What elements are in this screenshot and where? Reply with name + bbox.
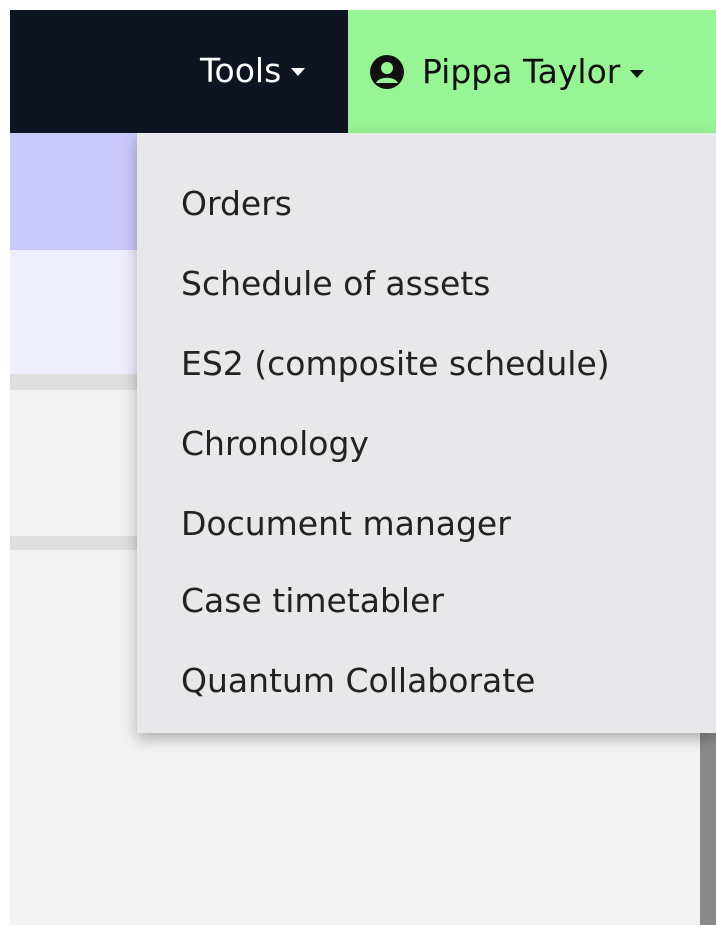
menu-item-label: ES2 (composite schedule) bbox=[181, 343, 610, 383]
caret-down-icon bbox=[291, 68, 306, 76]
user-circle-icon bbox=[370, 54, 404, 89]
page-header-band bbox=[10, 133, 140, 250]
user-menu-toggle[interactable]: Pippa Taylor bbox=[348, 10, 716, 133]
page-subheader-band bbox=[10, 250, 140, 374]
menu-item-case-timetabler[interactable]: Case timetabler bbox=[181, 570, 444, 630]
menu-item-es2[interactable]: ES2 (composite schedule) bbox=[181, 333, 610, 393]
tools-dropdown-menu: Orders Schedule of assets ES2 (composite… bbox=[137, 133, 716, 733]
menu-item-label: Document manager bbox=[181, 503, 511, 543]
menu-item-label: Chronology bbox=[181, 423, 369, 463]
menu-item-chronology[interactable]: Chronology bbox=[181, 413, 369, 473]
caret-down-icon bbox=[630, 69, 645, 78]
user-name: Pippa Taylor bbox=[422, 52, 621, 91]
menu-item-schedule-of-assets[interactable]: Schedule of assets bbox=[181, 253, 490, 313]
menu-item-quantum-collaborate[interactable]: Quantum Collaborate bbox=[181, 650, 535, 710]
menu-item-label: Schedule of assets bbox=[181, 263, 491, 303]
divider bbox=[10, 536, 140, 550]
menu-item-label: Quantum Collaborate bbox=[181, 660, 536, 700]
menu-item-document-manager[interactable]: Document manager bbox=[181, 493, 511, 553]
menu-item-label: Orders bbox=[181, 183, 292, 223]
menu-item-orders[interactable]: Orders bbox=[181, 173, 292, 233]
divider bbox=[10, 374, 140, 390]
tools-label: Tools bbox=[200, 50, 282, 90]
content-panel bbox=[10, 390, 140, 536]
tools-menu-toggle[interactable]: Tools bbox=[200, 46, 306, 94]
app-frame: Tools Pippa Taylor Orders Schedule of as… bbox=[10, 10, 716, 925]
top-navbar: Tools Pippa Taylor bbox=[10, 10, 716, 133]
menu-item-label: Case timetabler bbox=[181, 580, 444, 620]
